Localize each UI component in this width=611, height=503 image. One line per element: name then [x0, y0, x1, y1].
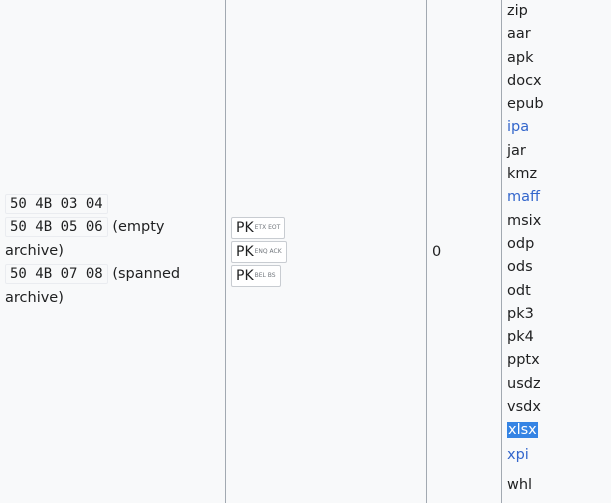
extension-item: docx	[507, 72, 542, 89]
extension-item: whl	[507, 476, 533, 493]
extension-item-selected[interactable]: xlsx	[507, 422, 538, 439]
extension-item: pk3	[507, 305, 534, 322]
iso-text: PK BEL BS	[231, 264, 281, 287]
column-divider	[225, 0, 226, 503]
extension-item: pptx	[507, 352, 540, 369]
control-characters: ENQ ACK	[254, 248, 282, 255]
iso-text: PK ETX EOT	[231, 216, 286, 239]
column-divider	[501, 0, 502, 503]
extension-item: apk	[507, 49, 534, 66]
extension-item: odt	[507, 282, 531, 299]
extension-item: epub	[507, 96, 544, 113]
extension-item: usdz	[507, 375, 541, 392]
control-characters: ETX EOT	[254, 224, 281, 231]
signature-line: 50 4B 05 06 (empty archive)	[5, 216, 225, 263]
signature-line: 50 4B 07 08 (spanned	[5, 263, 225, 287]
extension-item: vsdx	[507, 399, 541, 416]
extension-item: zip	[507, 3, 528, 19]
signature-note: (spanned	[112, 266, 181, 283]
extension-item: ods	[507, 259, 533, 276]
extension-link-ipa[interactable]: ipa	[507, 119, 529, 135]
hex-signature: 50 4B 07 08	[5, 264, 108, 285]
extension-item: jar	[507, 142, 526, 159]
control-characters: BEL BS	[254, 272, 276, 279]
extension-link-xpi[interactable]: xpi	[507, 447, 529, 463]
extension-item: pk4	[507, 329, 534, 346]
offset-cell: 0	[432, 0, 497, 503]
extension-link-maff[interactable]: maff	[507, 189, 540, 205]
signature-line: 50 4B 03 04	[5, 193, 225, 217]
signature-cell: 50 4B 03 04 50 4B 05 06 (empty archive) …	[0, 0, 225, 503]
extension-item: kmz	[507, 166, 538, 183]
iso-representation-cell: PK ETX EOT PK ENQ ACK PK BEL BS	[231, 0, 421, 503]
extension-item: odp	[507, 235, 535, 252]
column-divider	[426, 0, 427, 503]
iso-text: PK ENQ ACK	[231, 240, 287, 263]
hex-signature: 50 4B 05 06	[5, 217, 108, 238]
hex-signature: 50 4B 03 04	[5, 193, 108, 214]
extension-item: aar	[507, 26, 531, 43]
offset-value: 0	[432, 243, 442, 260]
extension-list: zip aar apk docx epub ipa jar kmz maff m…	[507, 0, 544, 497]
signature-note-continued: archive)	[5, 289, 64, 306]
extension-item: msix	[507, 212, 542, 229]
